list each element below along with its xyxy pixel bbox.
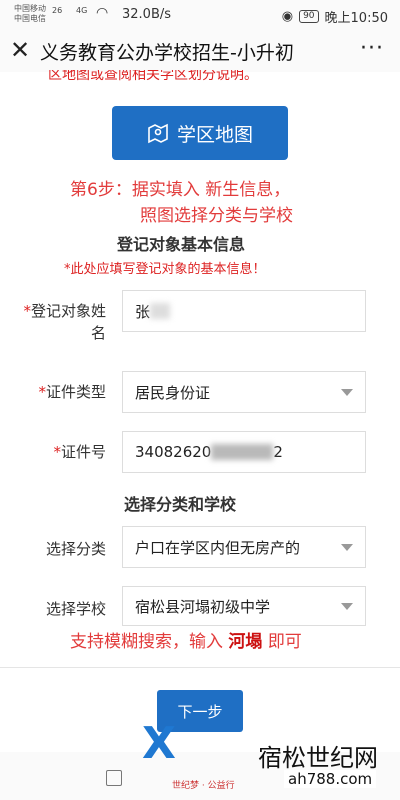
id-type-select[interactable]: 居民身份证 <box>122 371 366 413</box>
status-bar: 中国移动 中国电信 26 4G ◠ 32.0B/s ◉ 90 晚上10:50 <box>0 0 400 30</box>
category-label: 选择分类 <box>45 540 106 558</box>
id-number-suffix: 2 <box>273 443 283 461</box>
school-value: 宿松县河塌初级中学 <box>135 597 271 616</box>
recent-apps-icon[interactable] <box>106 770 122 786</box>
name-value: 张 <box>135 302 151 321</box>
map-icon <box>148 123 168 144</box>
id-type-value: 居民身份证 <box>135 383 211 402</box>
name-input[interactable]: 张 <box>122 290 366 332</box>
clock: 晚上10:50 <box>324 11 388 26</box>
basic-info-warning: *此处应填写登记对象的基本信息！ <box>64 262 266 277</box>
id-type-label: *证件类型 <box>38 383 106 401</box>
page-title: 义务教育公办学校招生-小升初 <box>40 42 294 64</box>
more-icon[interactable]: ··· <box>360 36 384 61</box>
chevron-down-icon <box>341 389 353 396</box>
school-district-map-button[interactable]: 学区地图 <box>112 106 288 160</box>
category-select[interactable]: 户口在学区内但无房产的 <box>122 526 366 568</box>
carrier-2: 中国电信 <box>14 14 46 23</box>
hint-keyword: 河塌 <box>228 632 263 652</box>
watermark-tagline: 世纪梦 · 公益行 <box>172 781 235 791</box>
carrier-info: 中国移动 中国电信 <box>14 4 46 24</box>
map-button-label: 学区地图 <box>176 123 253 146</box>
battery-icon: 90 <box>299 10 319 23</box>
id-number-prefix: 34082620 <box>135 443 212 461</box>
chevron-down-icon <box>341 544 353 551</box>
category-value: 户口在学区内但无房产的 <box>135 538 301 557</box>
top-cut-text: 区地图或查阅相关学区划分说明。 <box>48 70 258 83</box>
id-number-input[interactable]: 34082620 2 <box>122 431 366 473</box>
watermark-site-name: 宿松世纪网 <box>258 744 378 772</box>
app-header: ✕ 义务教育公办学校招生-小升初 ··· <box>0 30 400 72</box>
redaction-blur <box>150 303 171 319</box>
redaction-blur <box>211 444 274 460</box>
wifi-icon: ◠ <box>96 5 109 21</box>
id-number-label: *证件号 <box>53 443 106 461</box>
watermark-url: ah788.com <box>284 770 377 788</box>
carrier-1: 中国移动 <box>14 4 46 13</box>
fuzzy-search-hint: 支持模糊搜索，输入 河塌 即可 <box>70 632 302 652</box>
chevron-down-icon <box>341 603 353 610</box>
close-icon[interactable]: ✕ <box>10 36 30 64</box>
signal-icon-1: 26 <box>52 6 63 15</box>
school-label: 选择学校 <box>45 600 106 618</box>
eye-icon: ◉ <box>281 9 294 24</box>
step-annotation-line1: 第6步：据实填入 新生信息， <box>70 180 291 200</box>
divider <box>0 667 400 668</box>
school-select[interactable]: 宿松县河塌初级中学 <box>122 586 366 626</box>
step-annotation-line2: 照图选择分类与学校 <box>140 206 293 226</box>
name-label: *登记对象姓 名 <box>23 302 106 342</box>
watermark-logo: X <box>142 718 176 769</box>
signal-icon-2: 4G <box>76 6 88 15</box>
status-right: ◉ 90 晚上10:50 <box>282 7 388 26</box>
network-speed: 32.0B/s <box>122 7 172 22</box>
section-title-school: 选择分类和学校 <box>124 495 237 514</box>
section-title-basic: 登记对象基本信息 <box>117 235 246 254</box>
